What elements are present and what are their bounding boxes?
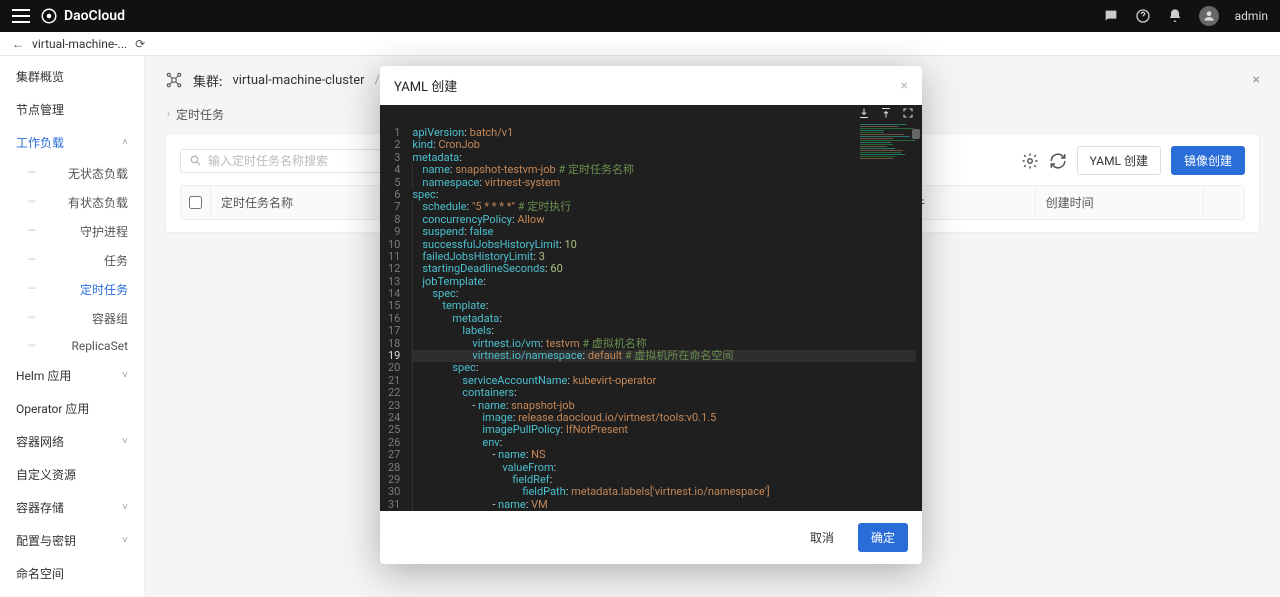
scrollbar-thumb[interactable] bbox=[912, 129, 920, 139]
cancel-button[interactable]: 取消 bbox=[798, 523, 846, 552]
import-icon[interactable] bbox=[858, 107, 870, 119]
editor-scrollbar[interactable] bbox=[910, 123, 922, 511]
download-icon[interactable] bbox=[880, 107, 892, 119]
yaml-create-modal: YAML 创建 × 123456789101112131415161718192… bbox=[380, 66, 922, 564]
yaml-editor: 1234567891011121314151617181920212223242… bbox=[380, 105, 922, 511]
modal-header: YAML 创建 × bbox=[380, 66, 922, 105]
modal-footer: 取消 确定 bbox=[380, 511, 922, 564]
close-icon[interactable]: × bbox=[901, 78, 908, 94]
line-gutter: 1234567891011121314151617181920212223242… bbox=[380, 123, 410, 511]
editor-body[interactable]: 1234567891011121314151617181920212223242… bbox=[380, 123, 922, 511]
editor-toolbar bbox=[380, 105, 922, 123]
modal-title: YAML 创建 bbox=[394, 76, 457, 95]
code-area[interactable]: apiVersion: batch/v1kind: CronJobmetadat… bbox=[410, 123, 922, 511]
ok-button[interactable]: 确定 bbox=[858, 523, 908, 552]
fullscreen-icon[interactable] bbox=[902, 107, 914, 119]
